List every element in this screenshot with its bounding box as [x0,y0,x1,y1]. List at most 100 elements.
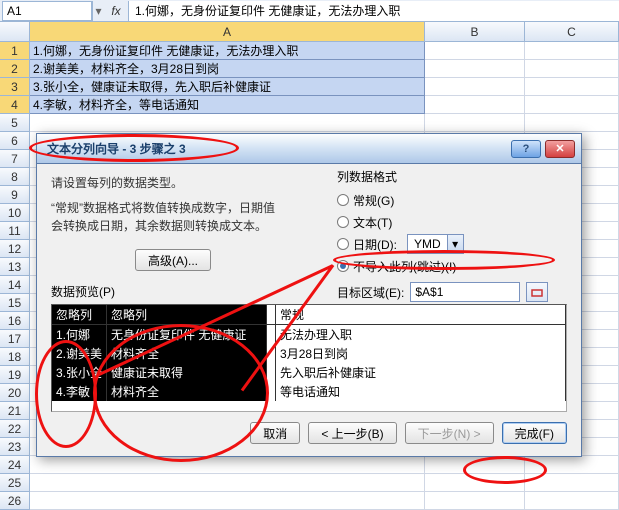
preview-cell[interactable] [267,344,276,363]
close-button[interactable]: ✕ [545,140,575,158]
preview-cell[interactable]: 1.何娜 [52,325,107,345]
data-preview[interactable]: 忽略列忽略列常规1.何娜无身份证复印件 无健康证无法办理入职2.谢美美材料齐全3… [51,304,567,412]
cell[interactable]: 4.李敏，材料齐全，等电话通知 [30,96,425,114]
cell[interactable] [525,474,619,492]
row-header[interactable]: 18 [0,348,30,366]
grid-row: 26 [0,492,619,510]
preview-cell[interactable]: 等电话通知 [276,382,566,401]
cell[interactable] [30,474,425,492]
row-header[interactable]: 6 [0,132,30,150]
cell[interactable] [30,114,425,132]
row-header[interactable]: 10 [0,204,30,222]
grid-row: 44.李敏，材料齐全，等电话通知 [0,96,619,114]
row-header[interactable]: 22 [0,420,30,438]
name-box[interactable]: A1 [2,1,92,21]
row-header[interactable]: 16 [0,312,30,330]
row-header[interactable]: 8 [0,168,30,186]
cell[interactable] [425,42,525,60]
cell[interactable] [525,114,619,132]
column-header-a[interactable]: A [30,22,425,41]
cell[interactable]: 2.谢美美，材料齐全，3月28日到岗 [30,60,425,78]
preview-cell[interactable]: 先入职后补健康证 [276,363,566,382]
dialog-titlebar[interactable]: 文本分列向导 - 3 步骤之 3 ? ✕ [37,134,581,164]
radio-skip[interactable]: 不导入此列(跳过)(I) [337,255,575,277]
column-header-c[interactable]: C [525,22,619,41]
radio-date[interactable]: 日期(D): YMD ▾ [337,233,575,255]
cell[interactable] [525,78,619,96]
dropdown-value: YMD [408,237,447,251]
preview-cell[interactable]: 健康证未取得 [107,363,267,382]
row-header[interactable]: 19 [0,366,30,384]
formula-input[interactable]: 1.何娜，无身份证复印件 无健康证，无法办理入职 [128,1,619,21]
cell[interactable] [525,96,619,114]
cell[interactable] [425,456,525,474]
row-header[interactable]: 1 [0,42,30,60]
finish-button[interactable]: 完成(F) [502,422,567,444]
preview-cell[interactable]: 3.张小全 [52,363,107,382]
cell[interactable]: 3.张小全，健康证未取得，先入职后补健康证 [30,78,425,96]
preview-column-header[interactable]: 常规 [276,305,566,325]
preview-cell[interactable]: 2.谢美美 [52,344,107,363]
preview-cell[interactable]: 材料齐全 [107,344,267,363]
row-header[interactable]: 15 [0,294,30,312]
help-button[interactable]: ? [511,140,541,158]
grid-row: 33.张小全，健康证未取得，先入职后补健康证 [0,78,619,96]
row-header[interactable]: 9 [0,186,30,204]
row-header[interactable]: 17 [0,330,30,348]
collapse-dialog-button[interactable] [526,282,548,302]
row-header[interactable]: 5 [0,114,30,132]
cancel-button[interactable]: 取消 [250,422,300,444]
row-header[interactable]: 4 [0,96,30,114]
preview-cell[interactable]: 3月28日到岗 [276,344,566,363]
column-header-b[interactable]: B [425,22,525,41]
advanced-button[interactable]: 高级(A)... [135,249,211,271]
name-box-dropdown[interactable]: ▾ [92,1,104,21]
preview-cell[interactable]: 无法办理入职 [276,325,566,345]
cell[interactable] [425,114,525,132]
row-header[interactable]: 13 [0,258,30,276]
preview-cell[interactable] [267,382,276,401]
cell[interactable]: 1.何娜，无身份证复印件 无健康证，无法办理入职 [30,42,425,60]
row-header[interactable]: 23 [0,438,30,456]
row-header[interactable]: 26 [0,492,30,510]
row-header[interactable]: 11 [0,222,30,240]
preview-column-header[interactable] [267,305,276,325]
preview-column-header[interactable]: 忽略列 [52,305,107,325]
preview-cell[interactable]: 4.李敏 [52,382,107,401]
radio-icon [337,194,349,206]
row-header[interactable]: 12 [0,240,30,258]
cell[interactable] [525,42,619,60]
fx-label[interactable]: fx [104,4,128,18]
text-to-columns-wizard-dialog: 文本分列向导 - 3 步骤之 3 ? ✕ 请设置每列的数据类型。 “常规”数据格… [36,133,582,457]
grid-row: 25 [0,474,619,492]
cell[interactable] [425,96,525,114]
row-header[interactable]: 21 [0,402,30,420]
row-header[interactable]: 24 [0,456,30,474]
cell[interactable] [425,60,525,78]
cell[interactable] [425,492,525,510]
row-header[interactable]: 2 [0,60,30,78]
row-header[interactable]: 7 [0,150,30,168]
cell[interactable] [425,78,525,96]
select-all-corner[interactable] [0,22,30,41]
row-header[interactable]: 3 [0,78,30,96]
cell[interactable] [30,456,425,474]
cell[interactable] [525,60,619,78]
cell[interactable] [525,492,619,510]
cell[interactable] [30,492,425,510]
preview-cell[interactable] [267,363,276,382]
target-range-input[interactable]: $A$1 [410,282,520,302]
preview-cell[interactable]: 材料齐全 [107,382,267,401]
radio-general[interactable]: 常规(G) [337,189,575,211]
cell[interactable] [525,456,619,474]
preview-cell[interactable] [267,325,276,345]
date-format-dropdown[interactable]: YMD ▾ [407,234,464,254]
row-header[interactable]: 20 [0,384,30,402]
preview-cell[interactable]: 无身份证复印件 无健康证 [107,325,267,345]
radio-text[interactable]: 文本(T) [337,211,575,233]
back-button[interactable]: < 上一步(B) [308,422,396,444]
cell[interactable] [425,474,525,492]
row-header[interactable]: 14 [0,276,30,294]
row-header[interactable]: 25 [0,474,30,492]
preview-column-header[interactable]: 忽略列 [107,305,267,325]
